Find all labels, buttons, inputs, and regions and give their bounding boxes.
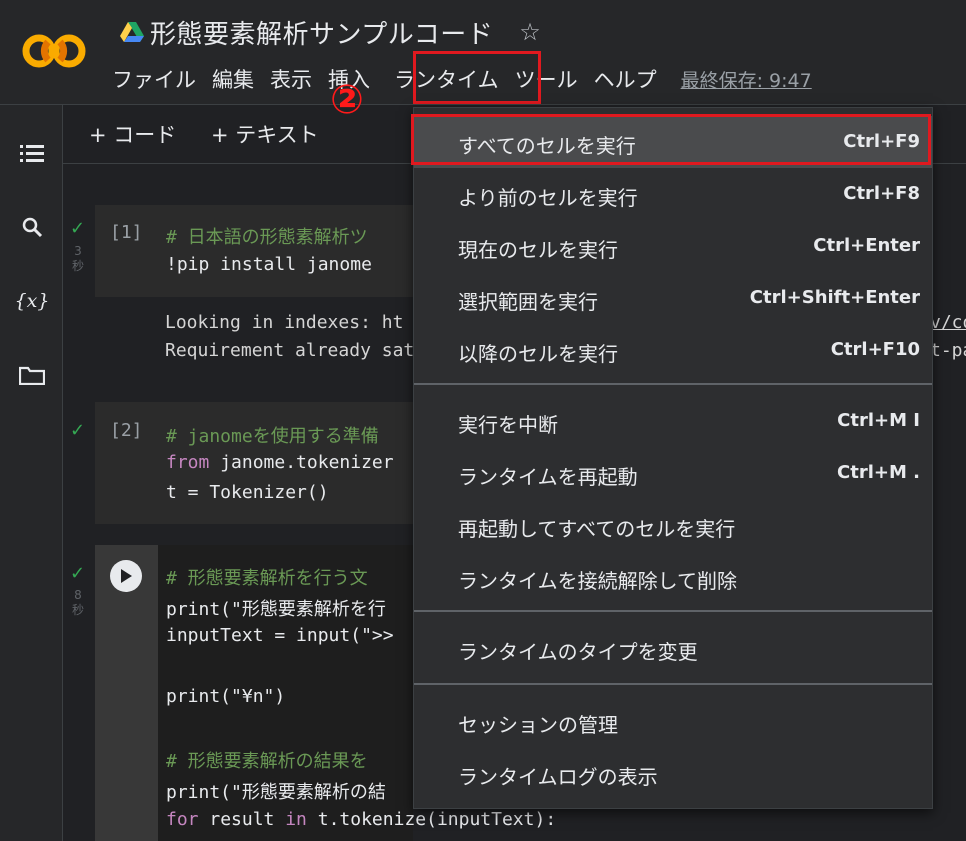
menu-item-shortcut: Ctrl+F10 [830,339,920,360]
folder-icon[interactable] [18,361,46,389]
run-cell-button[interactable] [110,560,142,592]
code-line: print("形態要素解析を行 [166,599,386,620]
play-icon [121,569,132,583]
code-line: t = Tokenizer() [166,482,329,503]
runtime-dropdown-menu: すべてのセルを実行 Ctrl+F9 より前のセルを実行 Ctrl+F8 現在のセ… [413,107,933,809]
menu-item-label: 以降のセルを実行 [458,342,618,366]
menu-item-restart-runtime[interactable]: ランタイムを再起動 Ctrl+M . [414,447,932,499]
menu-item-label: ランタイムを接続解除して削除 [458,569,737,593]
menu-edit[interactable]: 編集 [212,64,254,94]
code-line: print("¥n") [166,686,286,707]
menu-item-shortcut: Ctrl+Shift+Enter [749,287,920,308]
menu-item-label: 選択範囲を実行 [458,290,598,314]
menu-file[interactable]: ファイル [112,64,196,94]
code-cell-1[interactable] [95,205,413,297]
menu-divider [414,683,932,685]
code-line: !pip install janome [166,254,372,275]
menu-item-manage-sessions[interactable]: セッションの管理 [414,695,932,747]
colab-logo[interactable] [22,24,88,78]
cell-2-execution-count: [2] [110,420,143,441]
menu-item-disconnect-and-delete[interactable]: ランタイムを接続解除して削除 [414,551,932,603]
output-line-fragment: t-pa [930,340,966,361]
menu-item-interrupt[interactable]: 実行を中断 Ctrl+M I [414,395,932,447]
code-line: # 日本語の形態素解析ツ [166,227,368,248]
menu-item-run-current[interactable]: 現在のセルを実行 Ctrl+Enter [414,220,932,272]
output-line: Requirement already sat [165,340,415,361]
code-line: # 形態要素解析の結果を [166,751,368,772]
menu-item-label: 現在のセルを実行 [458,238,618,262]
star-icon[interactable]: ☆ [519,18,541,46]
output-link-fragment[interactable]: v/co [930,312,966,333]
table-of-contents-icon[interactable] [18,139,46,167]
menu-item-label: ランタイムログの表示 [458,765,658,789]
menu-item-label: 実行を中断 [458,413,558,437]
code-line: from janome.tokenizer [166,452,394,473]
output-line: Looking in indexes: ht [165,312,404,333]
menu-divider [414,383,932,385]
cell-3-success-check-icon: ✓ [70,563,86,584]
menu-item-shortcut: Ctrl+M I [837,410,920,431]
left-sidebar: {x} [0,105,63,841]
menu-item-run-after[interactable]: 以降のセルを実行 Ctrl+F10 [414,324,932,376]
cell-1-success-check-icon: ✓ [70,218,86,239]
menu-item-label: ランタイムを再起動 [458,465,638,489]
code-line: # 形態要素解析を行う文 [166,568,368,589]
code-line: # janomeを使用する準備 [166,426,379,447]
google-drive-icon[interactable] [120,21,144,43]
cell-1-execution-count: [1] [110,222,143,243]
menu-item-shortcut: Ctrl+M . [837,462,920,483]
variables-icon[interactable]: {x} [15,287,50,315]
menu-divider [414,610,932,612]
notebook-title[interactable]: 形態要素解析サンプルコード [150,14,493,51]
cell-1-exec-time: 3秒 [71,244,84,273]
add-code-button[interactable]: + コード [89,119,176,149]
add-text-button[interactable]: + テキスト [211,119,319,149]
code-line: print("形態要素解析の結 [166,782,386,803]
menu-item-change-runtime-type[interactable]: ランタイムのタイプを変更 [414,622,932,674]
menu-item-restart-and-run-all[interactable]: 再起動してすべてのセルを実行 [414,499,932,551]
code-line: for result in t.tokenize(inputText): [166,809,557,830]
menu-item-label: セッションの管理 [458,713,618,737]
runtime-menu-highlight-box [413,51,541,104]
menu-item-shortcut: Ctrl+Enter [813,235,920,256]
menu-item-label: より前のセルを実行 [458,186,638,210]
menu-item-label: ランタイムのタイプを変更 [458,640,698,664]
search-icon[interactable] [18,213,46,241]
menu-item-run-before[interactable]: より前のセルを実行 Ctrl+F8 [414,168,932,220]
last-saved-link[interactable]: 最終保存: 9:47 [681,66,812,93]
menu-item-label: 再起動してすべてのセルを実行 [458,517,736,541]
cell-3-exec-time: 8秒 [71,588,84,617]
menu-item-run-selection[interactable]: 選択範囲を実行 Ctrl+Shift+Enter [414,272,932,324]
menu-item-view-runtime-logs[interactable]: ランタイムログの表示 [414,747,932,799]
menu-help[interactable]: ヘルプ [594,64,657,94]
cell-2-success-check-icon: ✓ [70,420,86,441]
menu-view[interactable]: 表示 [270,64,312,94]
code-line: inputText = input(">> [166,625,394,646]
menu-item-shortcut: Ctrl+F8 [843,183,920,204]
run-all-highlight-box [411,114,931,165]
